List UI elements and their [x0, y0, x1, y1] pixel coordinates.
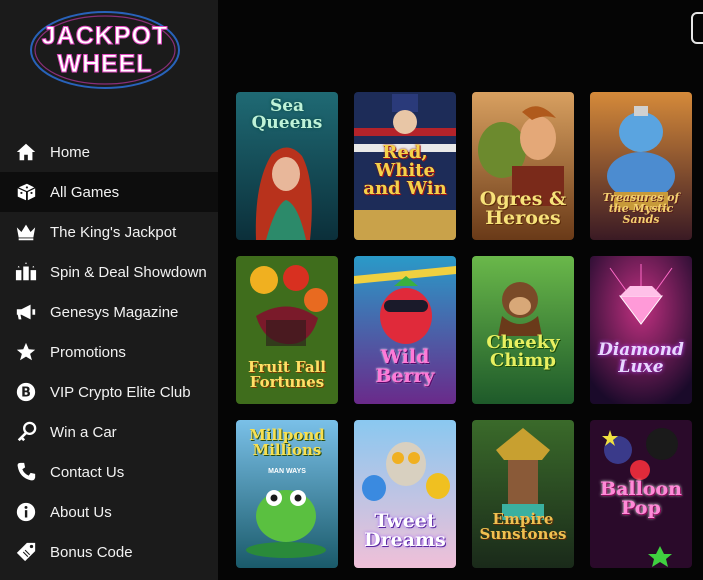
- nav-label: VIP Crypto Elite Club: [50, 383, 191, 401]
- game-title: Tweet Dreams: [364, 510, 446, 551]
- game-title: Red, White and Win: [363, 142, 447, 199]
- top-right-control[interactable]: [691, 12, 703, 44]
- nav-item-promotions[interactable]: Promotions: [0, 332, 218, 372]
- svg-text:B: B: [21, 386, 31, 401]
- game-tile-balloon-pop[interactable]: Balloon Pop: [590, 420, 692, 568]
- logo-line1: JACKPOT: [42, 22, 168, 50]
- sidebar: JACKPOT WHEEL Home All Games The King's …: [0, 0, 218, 580]
- nav-item-about-us[interactable]: About Us: [0, 492, 218, 532]
- nav-item-bonus-code[interactable]: Bonus Code: [0, 532, 218, 572]
- game-tile-sea-queens[interactable]: Sea Queens: [236, 92, 338, 240]
- star-icon: [14, 340, 38, 364]
- nav-label: About Us: [50, 503, 112, 521]
- game-grid: Sea Queens Red, White and Win Ogres & He…: [236, 92, 692, 568]
- game-title: Diamond Luxe: [598, 340, 684, 377]
- nav-item-genesys-magazine[interactable]: Genesys Magazine: [0, 292, 218, 332]
- main-content: Sea Queens Red, White and Win Ogres & He…: [218, 0, 703, 580]
- game-tile-ogres-heroes[interactable]: Ogres & Heroes: [472, 92, 574, 240]
- game-title: Treasures of the Mystic Sands: [602, 191, 680, 226]
- car-key-icon: [14, 420, 38, 444]
- crown-icon: [14, 220, 38, 244]
- game-title: Wild Berry: [375, 346, 435, 387]
- game-title: Ogres & Heroes: [479, 188, 567, 229]
- nav-label: All Games: [50, 183, 120, 201]
- game-tile-tweet-dreams[interactable]: Tweet Dreams: [354, 420, 456, 568]
- game-tile-diamond-luxe[interactable]: Diamond Luxe: [590, 256, 692, 404]
- nav-label: Contact Us: [50, 463, 125, 481]
- game-title: Balloon Pop: [600, 478, 682, 519]
- game-title: Fruit Fall Fortunes: [248, 358, 326, 391]
- dice-icon: [14, 180, 38, 204]
- game-thumbnail-art: [472, 256, 574, 404]
- game-title: Cheeky Chimp: [486, 332, 560, 371]
- nav-item-all-games[interactable]: All Games: [0, 172, 218, 212]
- game-tile-wild-berry[interactable]: Wild Berry: [354, 256, 456, 404]
- nav-label: The King's Jackpot: [50, 223, 177, 241]
- nav-item-kings-jackpot[interactable]: The King's Jackpot: [0, 212, 218, 252]
- nav-item-vip-crypto-elite-club[interactable]: B VIP Crypto Elite Club: [0, 372, 218, 412]
- info-icon: [14, 500, 38, 524]
- nav-item-home[interactable]: Home: [0, 132, 218, 172]
- nav-item-win-a-car[interactable]: Win a Car: [0, 412, 218, 452]
- sidebar-nav: Home All Games The King's Jackpot Spin &…: [0, 132, 218, 572]
- game-tile-fruit-fall-fortunes[interactable]: Fruit Fall Fortunes: [236, 256, 338, 404]
- game-tile-cheeky-chimp[interactable]: Cheeky Chimp: [472, 256, 574, 404]
- game-tile-millpond-millions[interactable]: Millpond Millions MAN WAYS: [236, 420, 338, 568]
- nav-item-spin-deal-showdown[interactable]: Spin & Deal Showdown: [0, 252, 218, 292]
- game-tile-treasures-mystic-sands[interactable]: Treasures of the Mystic Sands: [590, 92, 692, 240]
- game-subtitle: MAN WAYS: [268, 468, 306, 475]
- nav-label: Promotions: [50, 343, 126, 361]
- nav-label: Bonus Code: [50, 543, 133, 561]
- jackpot-wheel-logo[interactable]: JACKPOT WHEEL: [20, 6, 190, 92]
- game-thumbnail-art: [590, 256, 692, 404]
- tag-icon: [14, 540, 38, 564]
- logo-line2: WHEEL: [57, 50, 152, 78]
- game-title: Sea Queens: [251, 96, 323, 133]
- gifts-icon: [14, 260, 38, 284]
- bitcoin-icon: B: [14, 380, 38, 404]
- nav-label: Home: [50, 143, 91, 161]
- game-tile-empire-sunstones[interactable]: Empire Sunstones: [472, 420, 574, 568]
- home-icon: [14, 140, 38, 164]
- game-title: Millpond Millions: [249, 426, 325, 459]
- nav-label: Genesys Magazine: [50, 303, 179, 321]
- phone-icon: [14, 460, 38, 484]
- game-title: Empire Sunstones: [479, 510, 567, 543]
- game-thumbnail-art: [472, 420, 574, 568]
- nav-label: Spin & Deal Showdown: [50, 263, 207, 281]
- nav-label: Win a Car: [50, 423, 117, 441]
- game-tile-red-white-and-win[interactable]: Red, White and Win: [354, 92, 456, 240]
- nav-item-contact-us[interactable]: Contact Us: [0, 452, 218, 492]
- megaphone-icon: [14, 300, 38, 324]
